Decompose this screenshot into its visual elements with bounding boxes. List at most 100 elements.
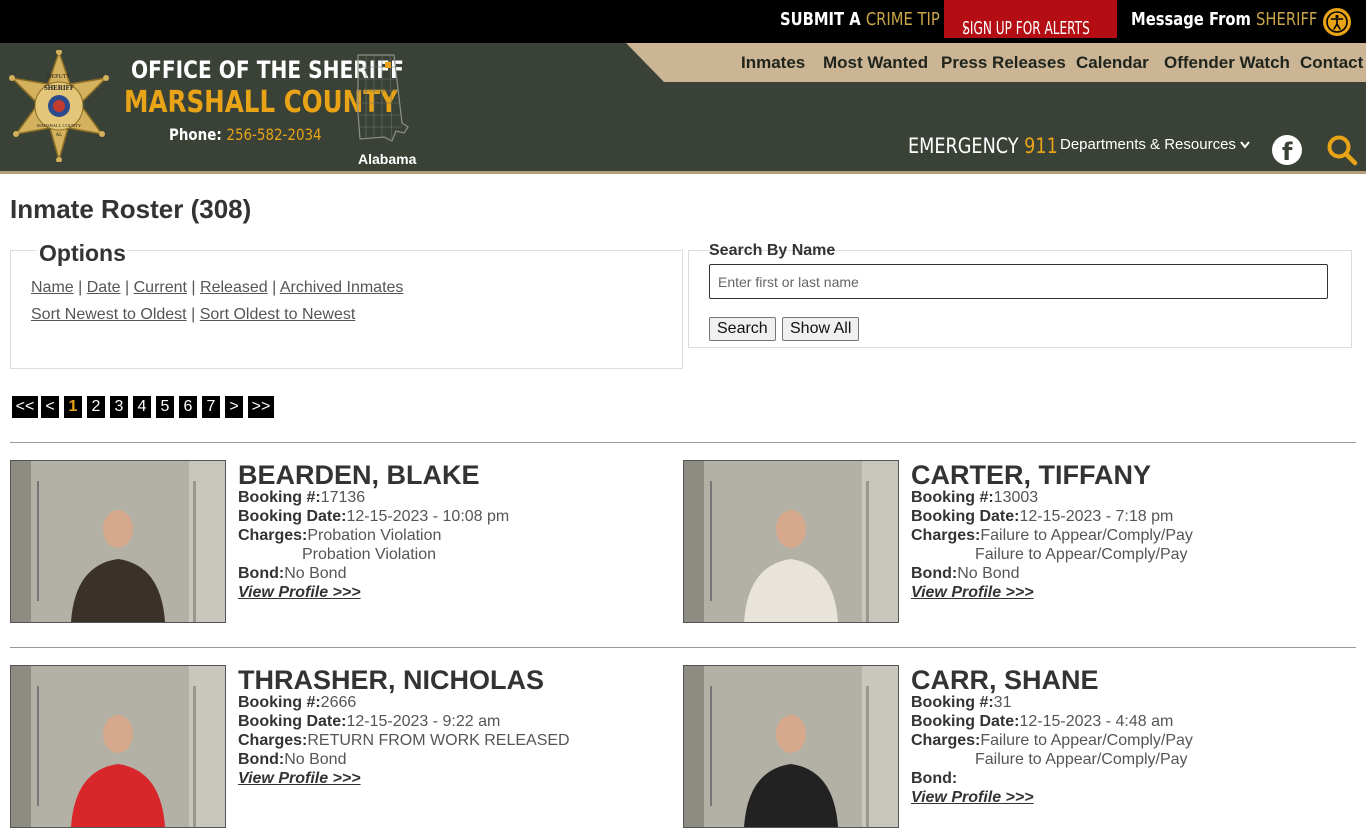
charges-line: Charges:RETURN FROM WORK RELEASED: [238, 732, 570, 750]
charge: Failure to Appear/Comply/Pay: [975, 751, 1188, 768]
booking-date-line: Booking Date:12-15-2023 - 4:48 am: [911, 713, 1173, 731]
page-button[interactable]: 1: [64, 396, 82, 418]
nav-inmates[interactable]: Inmates: [741, 53, 805, 73]
booking-number-line: Booking #:2666: [238, 694, 356, 712]
label: Booking #:: [238, 489, 321, 506]
bond-line: Bond:No Bond: [911, 565, 1019, 583]
booking-date: 12-15-2023 - 4:48 am: [1019, 713, 1174, 730]
sheriff-badge-logo[interactable]: DEPUTY SHERIFF MARSHALL COUNTY AL: [6, 50, 112, 162]
booking-date: 12-15-2023 - 9:22 am: [346, 713, 501, 730]
inmate-name-text: BEARDEN, BLAKE: [238, 460, 480, 490]
sign-up-alerts-button[interactable]: SIGN UP FOR ALERTS ›: [944, 0, 1117, 39]
nav-contact[interactable]: Contact: [1300, 53, 1363, 73]
alerts-label: SIGN UP FOR ALERTS: [962, 18, 1090, 39]
booking-number: 2666: [320, 694, 357, 711]
chevron-down-icon: [1240, 141, 1250, 149]
inmate-name: CARTER, TIFFANY: [911, 460, 1151, 491]
booking-number-line: Booking #:31: [911, 694, 1011, 712]
search-input[interactable]: [709, 264, 1328, 299]
view-profile-link[interactable]: View Profile >>>: [238, 584, 361, 602]
archived-inmates-link[interactable]: Archived Inmates: [280, 279, 404, 296]
separator: |: [191, 279, 196, 296]
booking-date-line: Booking Date:12-15-2023 - 10:08 pm: [238, 508, 509, 526]
nav-most-wanted[interactable]: Most Wanted: [823, 53, 928, 73]
charge: Probation Violation: [307, 527, 442, 544]
page-button[interactable]: 4: [133, 396, 151, 418]
badge-text-state: AL: [56, 133, 63, 138]
state-label: Alabama: [358, 151, 417, 167]
nav-press-releases[interactable]: Press Releases: [941, 53, 1066, 73]
mugshot-photo[interactable]: [683, 665, 899, 828]
divider: [10, 647, 1356, 648]
label: Booking Date:: [238, 713, 347, 730]
charge: Failure to Appear/Comply/Pay: [975, 546, 1188, 563]
bond-line: Bond:No Bond: [238, 565, 346, 583]
page-button[interactable]: 2: [87, 396, 105, 418]
page-button[interactable]: 7: [202, 396, 220, 418]
page-button[interactable]: <: [41, 396, 59, 418]
label: Charges:: [238, 732, 308, 749]
bond-line: Bond:: [911, 770, 957, 788]
alabama-map-icon: [357, 54, 409, 142]
bond-line: Bond:No Bond: [238, 751, 346, 769]
mugshot-photo[interactable]: [683, 460, 899, 623]
divider: [10, 442, 1356, 443]
label: Bond:: [238, 565, 285, 582]
sort-name-link[interactable]: Name: [31, 279, 74, 296]
badge-text-sheriff: SHERIFF: [44, 84, 74, 92]
inmate-name-text: THRASHER, NICHOLAS: [238, 665, 545, 695]
page-button[interactable]: 6: [179, 396, 197, 418]
page-title: Inmate Roster (308): [10, 194, 252, 224]
emergency-911: EMERGENCY 911: [908, 134, 1058, 158]
separator: |: [191, 306, 196, 323]
nav-calendar[interactable]: Calendar: [1076, 53, 1149, 73]
view-profile-link[interactable]: View Profile >>>: [911, 789, 1034, 807]
phone-number[interactable]: 256-582-2034: [226, 125, 321, 144]
filter-released-link[interactable]: Released: [200, 279, 268, 296]
charges-line-2: Probation Violation: [302, 546, 436, 564]
top-bar: SUBMIT A CRIME TIP › SIGN UP FOR ALERTS …: [0, 0, 1366, 43]
mugshot-photo[interactable]: [10, 665, 226, 828]
view-profile-text: View Profile >>>: [911, 584, 1034, 601]
label: Bond:: [911, 770, 958, 787]
phone-label: Phone:: [169, 125, 222, 144]
page-button[interactable]: <<: [12, 396, 38, 418]
page-button[interactable]: 3: [110, 396, 128, 418]
nav-offender-watch[interactable]: Offender Watch: [1164, 53, 1290, 73]
mugshot-photo[interactable]: [10, 460, 226, 623]
label: Bond:: [911, 565, 958, 582]
label: Booking Date:: [911, 508, 1020, 525]
submit-crime-tip-link[interactable]: SUBMIT A CRIME TIP ›: [780, 9, 951, 30]
charge: Probation Violation: [302, 546, 437, 563]
facebook-icon[interactable]: f: [1272, 135, 1302, 166]
departments-dropdown[interactable]: Departments & Resources: [1060, 136, 1250, 153]
view-profile-link[interactable]: View Profile >>>: [238, 770, 361, 788]
filter-current-link[interactable]: Current: [134, 279, 187, 296]
label: Charges:: [911, 527, 981, 544]
message-from-sheriff-link[interactable]: Message From SHERIFF ›: [1131, 9, 1329, 30]
search-button[interactable]: Search: [709, 317, 776, 341]
tip-prefix: SUBMIT A: [780, 9, 861, 30]
departments-label: Departments & Resources: [1060, 136, 1236, 153]
search-icon[interactable]: [1326, 134, 1358, 166]
separator: |: [78, 279, 83, 296]
badge-text-county: MARSHALL COUNTY: [37, 123, 82, 128]
sort-date-link[interactable]: Date: [87, 279, 121, 296]
label: Booking #:: [911, 489, 994, 506]
sort-newest-link[interactable]: Sort Newest to Oldest: [31, 306, 187, 323]
booking-number: 31: [993, 694, 1012, 711]
page-button[interactable]: >>: [248, 396, 274, 418]
page-button[interactable]: 5: [156, 396, 174, 418]
emergency-label: EMERGENCY: [908, 134, 1019, 158]
label: Booking Date:: [911, 713, 1020, 730]
separator: |: [125, 279, 130, 296]
sort-oldest-link[interactable]: Sort Oldest to Newest: [200, 306, 356, 323]
inmate-name: BEARDEN, BLAKE: [238, 460, 480, 491]
label: Booking #:: [238, 694, 321, 711]
view-profile-link[interactable]: View Profile >>>: [911, 584, 1034, 602]
accessibility-icon[interactable]: [1322, 7, 1352, 37]
page-button[interactable]: >: [225, 396, 243, 418]
show-all-button[interactable]: Show All: [782, 317, 860, 341]
label: Bond:: [238, 751, 285, 768]
bond-value: No Bond: [957, 565, 1020, 582]
